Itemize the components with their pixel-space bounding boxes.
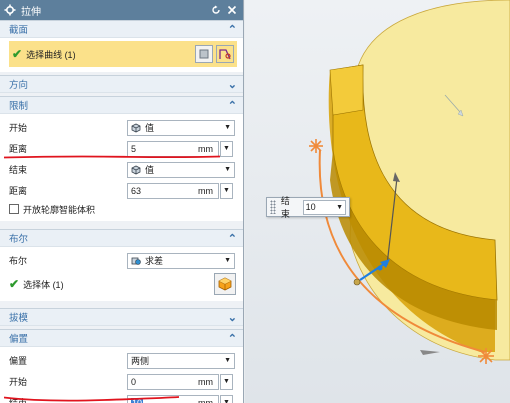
limit-start-distance-dropdown[interactable]: ▼: [220, 140, 233, 157]
limit-end-distance-value: 63: [131, 185, 142, 196]
value-cube-icon: [131, 165, 141, 175]
section-draft-title: 拔模: [9, 313, 29, 324]
offset-type-value: 两侧: [131, 356, 150, 366]
on-screen-end-input[interactable]: 结束 10 ▼: [266, 196, 350, 219]
handle-point: [377, 265, 383, 271]
dropdown-arrow-icon: ▼: [224, 124, 231, 131]
orange-star-marker: [478, 348, 494, 364]
dropdown-arrow-icon: ▼: [223, 145, 230, 152]
boolean-label: 布尔: [9, 256, 28, 266]
on-screen-end-field[interactable]: 10 ▼: [302, 199, 346, 215]
offset-label: 偏置: [9, 356, 28, 366]
subtract-icon: [131, 256, 141, 266]
limit-end-label: 结束: [9, 165, 28, 175]
offset-end-unit: mm: [198, 397, 213, 403]
limit-start-distance-value: 5: [131, 143, 137, 154]
section-offset-header[interactable]: 偏置 ⌃: [0, 329, 243, 347]
select-curve-row[interactable]: ✔ 选择曲线 (1): [9, 41, 237, 67]
offset-type-select[interactable]: 两侧 ▼: [127, 352, 235, 369]
offset-end-dropdown[interactable]: ▼: [220, 394, 233, 403]
section-profile-header[interactable]: 截面 ⌃: [0, 20, 243, 38]
dialog-title-bar: 拉伸: [0, 0, 243, 20]
select-body-label: 选择体 (1): [23, 279, 64, 290]
on-screen-end-label: 结束: [280, 196, 290, 219]
offset-start-unit: mm: [198, 376, 213, 387]
limit-start-distance-unit: mm: [198, 143, 213, 154]
limit-start-type-value: 值: [145, 123, 155, 133]
section-direction-title: 方向: [9, 80, 29, 91]
limit-end-distance-input[interactable]: 63 mm: [127, 182, 219, 199]
dialog-title: 拉伸: [21, 6, 41, 18]
bottom-arrowhead: [420, 350, 440, 355]
extrude-dialog: 拉伸 截面 ⌃ ✔ 选择曲线 (1) 方向 ⌄ 限制 ⌃ 开始 值 ▼ 距离 5…: [0, 0, 244, 403]
on-screen-end-value: 10: [305, 202, 316, 212]
chevron-up-icon: ⌃: [227, 99, 237, 112]
dropdown-arrow-icon: ▼: [223, 399, 230, 403]
dropdown-arrow-icon: ▼: [223, 378, 230, 385]
section-offset-title: 偏置: [9, 334, 29, 345]
curve-select-button[interactable]: [216, 45, 234, 63]
limit-end-type-select[interactable]: 值 ▼: [127, 161, 235, 178]
section-direction-header[interactable]: 方向 ⌄: [0, 75, 243, 93]
offset-start-label: 开始: [9, 377, 28, 387]
chevron-up-icon: ⌃: [227, 23, 237, 36]
limit-start-type-select[interactable]: 值 ▼: [127, 119, 235, 136]
section-limits-header[interactable]: 限制 ⌃: [0, 96, 243, 114]
gear-icon[interactable]: [4, 4, 16, 16]
boolean-select[interactable]: 求差 ▼: [127, 252, 235, 269]
graphics-viewport[interactable]: 结束 10 ▼: [245, 0, 510, 403]
drag-handle-icon[interactable]: [270, 200, 276, 214]
chevron-up-icon: ⌃: [227, 232, 237, 245]
check-icon: ✔: [9, 277, 20, 291]
red-underline-annotation: [4, 396, 179, 402]
limit-end-distance-dropdown[interactable]: ▼: [220, 182, 233, 199]
section-limits-title: 限制: [9, 101, 29, 112]
dropdown-arrow-icon: ▼: [224, 166, 231, 173]
chevron-up-icon: ⌃: [227, 332, 237, 345]
section-boolean-title: 布尔: [9, 234, 29, 245]
close-icon[interactable]: [225, 3, 239, 17]
boolean-value: 求差: [145, 256, 164, 266]
offset-start-value: 0: [131, 376, 137, 387]
dropdown-arrow-icon: ▼: [224, 257, 231, 264]
section-boolean-body: 布尔 求差 ▼ ✔ 选择体 (1): [0, 247, 243, 301]
open-profile-label: 开放轮廓智能体积: [23, 204, 96, 215]
chevron-down-icon: ⌄: [227, 78, 237, 91]
open-profile-checkbox[interactable]: [9, 204, 19, 214]
dropdown-arrow-icon: ▼: [336, 203, 343, 211]
limit-end-distance-unit: mm: [198, 185, 213, 196]
dropdown-arrow-icon: ▼: [224, 357, 231, 364]
section-offset-body: 偏置 两侧 ▼ 开始 0 mm ▼ 结束 10 mm ▼: [0, 347, 243, 403]
limit-start-distance-label: 距离: [9, 144, 28, 154]
orange-star-marker: [309, 139, 323, 153]
limit-end-type-value: 值: [145, 165, 155, 175]
offset-start-dropdown[interactable]: ▼: [220, 373, 233, 390]
section-profile-title: 截面: [9, 25, 29, 36]
check-icon: ✔: [12, 47, 23, 61]
reset-icon[interactable]: [209, 3, 223, 17]
section-draft-header[interactable]: 拔模 ⌄: [0, 308, 243, 326]
section-boolean-header[interactable]: 布尔 ⌃: [0, 229, 243, 247]
limit-end-distance-label: 距离: [9, 186, 28, 196]
select-body-button[interactable]: [214, 273, 236, 295]
select-curve-label: 选择曲线 (1): [26, 49, 76, 60]
limit-start-label: 开始: [9, 123, 28, 133]
dropdown-arrow-icon: ▼: [223, 187, 230, 194]
chevron-down-icon: ⌄: [227, 311, 237, 324]
red-underline-annotation: [4, 155, 220, 159]
section-limits-body: 开始 值 ▼ 距离 5 mm ▼ 结束 值 ▼ 距离 63 mm ▼ 开放轮廓智…: [0, 114, 243, 221]
offset-start-input[interactable]: 0 mm: [127, 373, 219, 390]
section-profile-body: ✔ 选择曲线 (1): [0, 38, 243, 72]
extrude-slab-side: [329, 64, 364, 116]
sketch-section-button[interactable]: [195, 45, 213, 63]
handle-point: [353, 278, 361, 286]
value-cube-icon: [131, 123, 141, 133]
